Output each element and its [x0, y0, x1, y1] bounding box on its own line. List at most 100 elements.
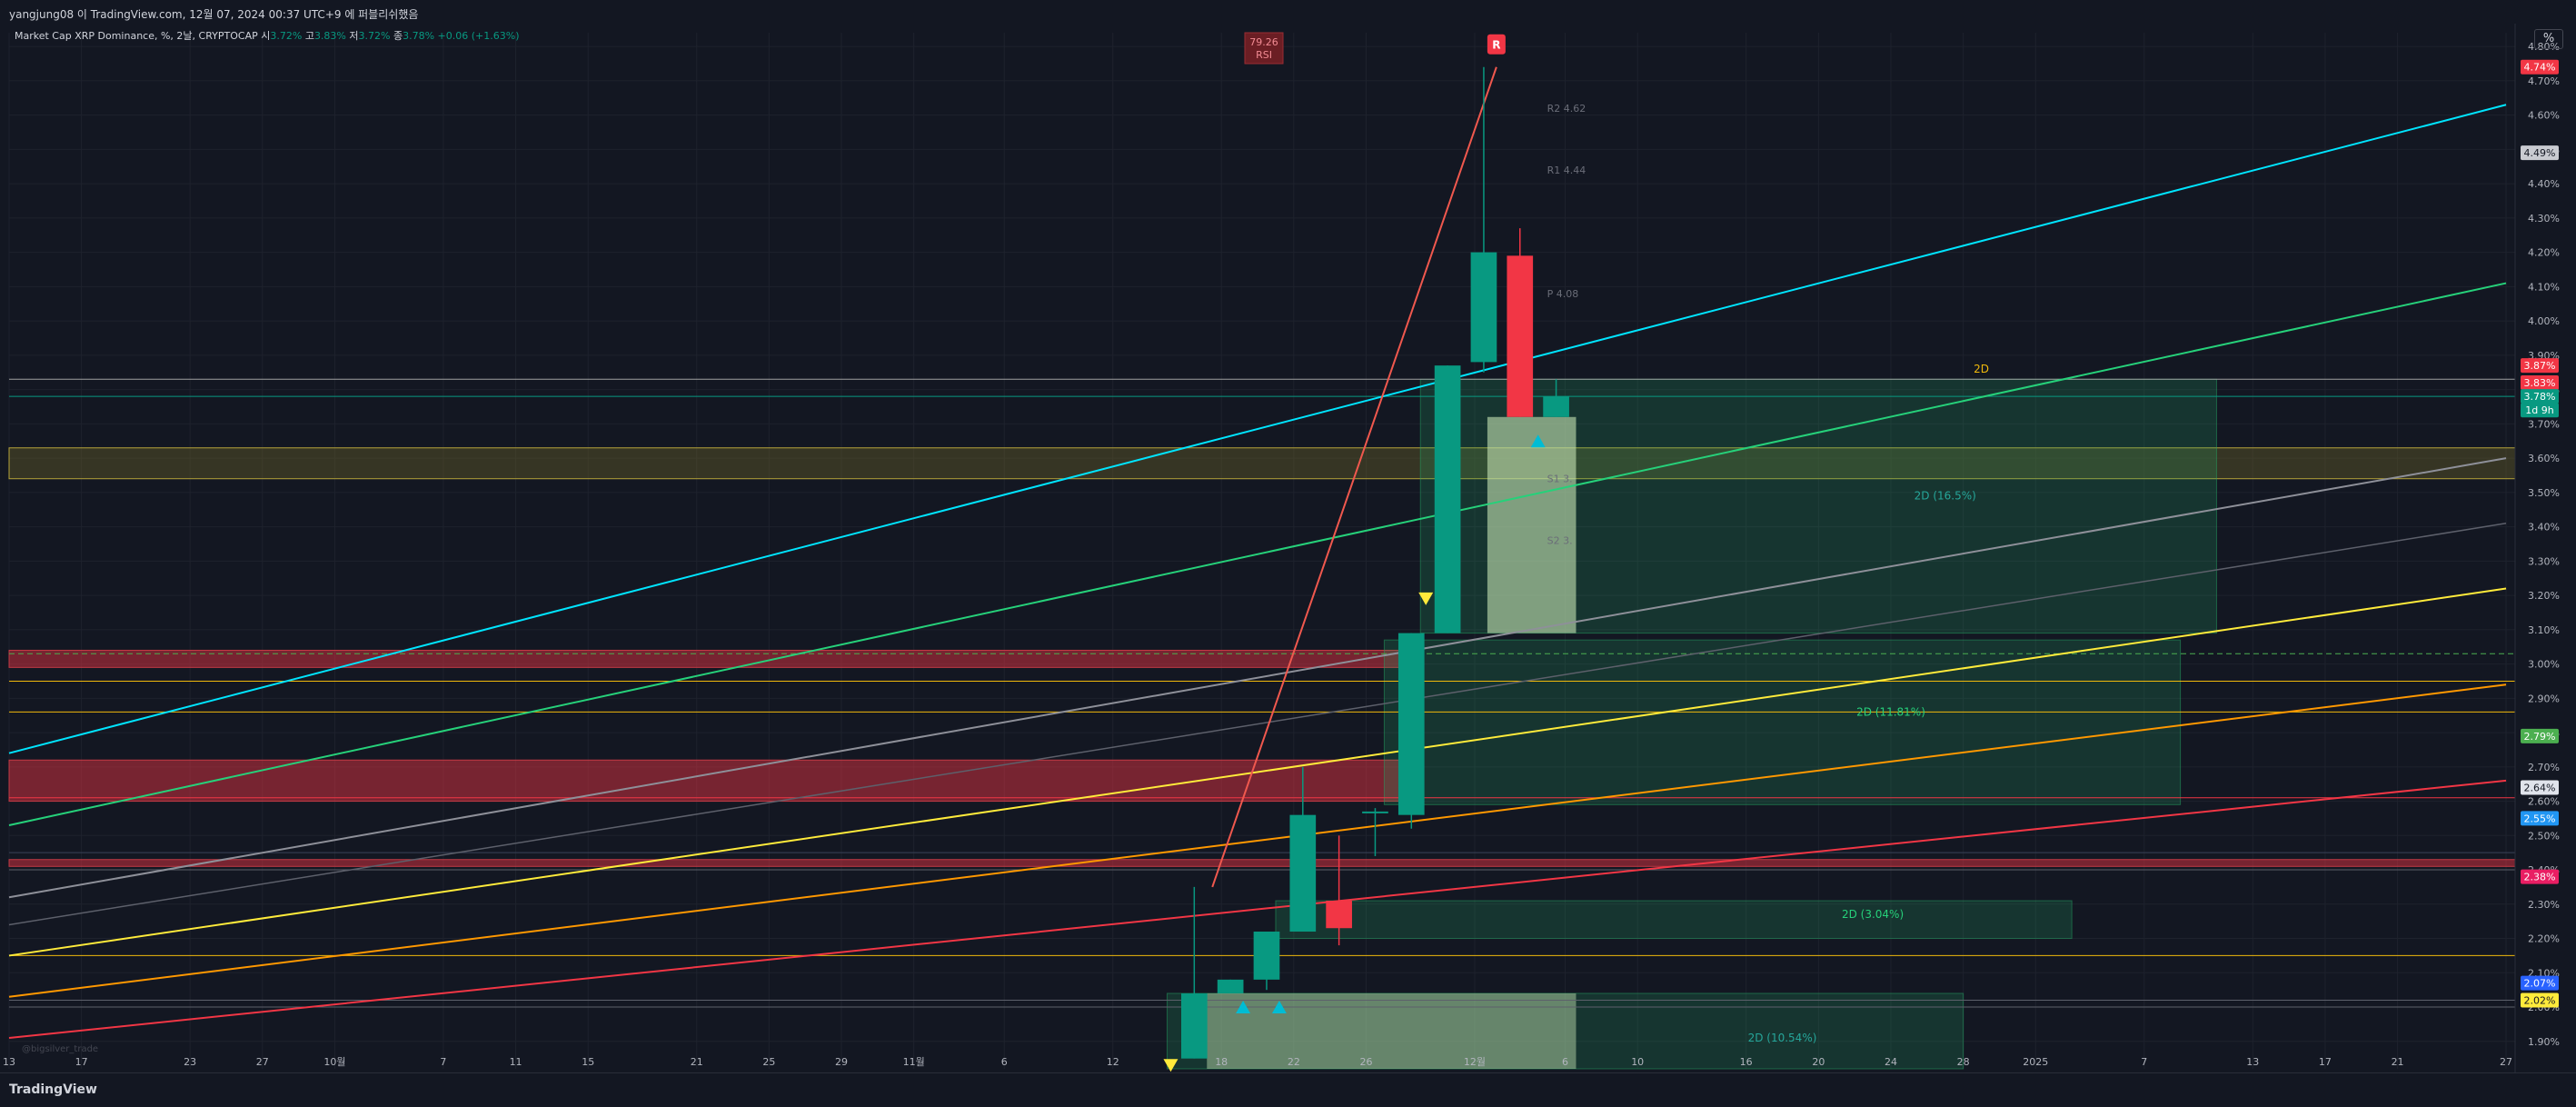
x-tick-label: 15 — [582, 1056, 594, 1068]
y-tick-label: 3.30% — [2528, 555, 2560, 567]
x-tick-label: 24 — [1885, 1056, 1897, 1068]
price-tag-label: 2.02% — [2524, 995, 2556, 1007]
y-tick-label: 3.60% — [2528, 453, 2560, 464]
x-tick-label: 17 — [75, 1056, 88, 1068]
y-tick-label: 2.30% — [2528, 899, 2560, 911]
x-tick-label: 13 — [3, 1056, 15, 1068]
x-tick-label: 23 — [184, 1056, 196, 1068]
y-tick-label: 1.90% — [2528, 1036, 2560, 1048]
x-tick-label: 26 — [1360, 1056, 1373, 1068]
rsi-value: 79.26 — [1249, 36, 1278, 48]
candle-body — [1470, 252, 1497, 363]
x-tick-label: 7 — [2141, 1056, 2147, 1068]
x-tick-label: 2025 — [2023, 1056, 2048, 1068]
y-tick-label: 3.20% — [2528, 590, 2560, 602]
candle-body — [1543, 396, 1569, 417]
publish-info-bar: yangjung08 이 TradingView.com, 12월 07, 20… — [0, 0, 2576, 24]
y-tick-label: 4.20% — [2528, 247, 2560, 259]
price-chart[interactable]: 2D 2D (16.5%) 2D (11.81%) 2D (3.04%) 2D (10.… — [0, 24, 2576, 1072]
zone-label: 2D (3.04%) — [1842, 908, 1904, 921]
zone-label: 2D (10.54%) — [1748, 1032, 1817, 1044]
price-tag-label: 3.83% — [2524, 377, 2556, 389]
x-tick-label: 12 — [1107, 1056, 1119, 1068]
y-tick-label: 2.60% — [2528, 796, 2560, 808]
y-tick-label: 2.50% — [2528, 830, 2560, 842]
y-tick-label: 3.50% — [2528, 487, 2560, 499]
x-tick-label: 27 — [2500, 1056, 2512, 1068]
candle-body — [1289, 814, 1317, 932]
publish-line: yangjung08 이 TradingView.com, 12월 07, 20… — [9, 8, 419, 21]
candle-body — [1326, 901, 1352, 929]
candle-body — [1397, 633, 1425, 815]
x-tick-label: 28 — [1957, 1056, 1970, 1068]
y-tick-label: 4.60% — [2528, 110, 2560, 122]
x-tick-label: 7 — [440, 1056, 446, 1068]
price-tag-label: 2.79% — [2524, 731, 2556, 743]
x-tick-label: 10월 — [323, 1056, 345, 1068]
percent-scale-button[interactable]: % — [2534, 29, 2563, 49]
y-tick-label: 2.70% — [2528, 762, 2560, 773]
y-tick-label: 4.40% — [2528, 178, 2560, 190]
candle-body — [1180, 992, 1208, 1059]
y-tick-label: 4.10% — [2528, 281, 2560, 293]
tradingview-logo: TradingView — [9, 1082, 97, 1097]
x-tick-label: 17 — [2319, 1056, 2332, 1068]
x-tick-label: 20 — [1812, 1056, 1825, 1068]
price-tag-label: 2.64% — [2524, 782, 2556, 793]
pivot-label: P 4.08 — [1547, 288, 1579, 300]
zone-red — [8, 649, 1403, 668]
x-tick-label: 10 — [1631, 1056, 1644, 1068]
price-tag-label: 2.38% — [2524, 872, 2556, 883]
y-tick-label: 3.70% — [2528, 418, 2560, 430]
price-tag-label: 2.55% — [2524, 813, 2556, 824]
x-tick-label: 27 — [256, 1056, 269, 1068]
x-tick-label: 6 — [1562, 1056, 1568, 1068]
price-tag-label: 1d 9h — [2525, 404, 2553, 416]
x-tick-label: 11 — [510, 1056, 522, 1068]
x-tick-label: 12월 — [1464, 1056, 1486, 1068]
candle-body — [1362, 811, 1388, 813]
price-tag-label: 4.49% — [2524, 147, 2556, 159]
y-tick-label: 4.70% — [2528, 75, 2560, 87]
price-tag-label: 2.07% — [2524, 978, 2556, 990]
value-area-box-low — [1207, 992, 1576, 1069]
candle-body — [1217, 979, 1244, 993]
candle-body — [1253, 932, 1280, 980]
rsi-sub-label: RSI — [1256, 49, 1272, 61]
x-tick-label: 11월 — [903, 1056, 925, 1068]
x-tick-label: 13 — [2246, 1056, 2259, 1068]
y-tick-label: 3.00% — [2528, 659, 2560, 671]
value-area-box — [1487, 416, 1576, 633]
zone-label: 2D — [1974, 363, 1989, 375]
chart-pane[interactable]: 2D 2D (16.5%) 2D (11.81%) 2D (3.04%) 2D (10.… — [0, 24, 2576, 1072]
y-tick-label: 4.30% — [2528, 213, 2560, 224]
x-tick-label: 21 — [2392, 1056, 2404, 1068]
y-tick-label: 3.10% — [2528, 624, 2560, 636]
x-tick-label: 16 — [1740, 1056, 1753, 1068]
footer-bar: TradingView — [0, 1072, 2576, 1107]
legend-line: Market Cap XRP Dominance, %, 2날, CRYPTOC… — [15, 30, 520, 42]
candle-body — [1507, 255, 1534, 417]
zone-green — [1383, 639, 2182, 805]
pivot-label: S2 3. — [1547, 535, 1573, 547]
x-tick-label: 6 — [1001, 1056, 1008, 1068]
y-tick-label: 2.90% — [2528, 693, 2560, 704]
author-watermark: @bigsilver_trade — [22, 1044, 98, 1054]
signal-letter: R — [1492, 39, 1500, 52]
price-tag-label: 4.74% — [2524, 62, 2556, 74]
x-tick-label: 21 — [691, 1056, 703, 1068]
candle-body — [1434, 365, 1461, 633]
pivot-label: R2 4.62 — [1547, 103, 1586, 115]
price-tag-label: 3.78% — [2524, 391, 2556, 403]
y-tick-label: 2.20% — [2528, 933, 2560, 945]
pivot-label: R1 4.44 — [1547, 165, 1586, 176]
y-tick-label: 4.00% — [2528, 315, 2560, 327]
pivot-label: S1 3. — [1547, 474, 1573, 485]
y-tick-label: 3.40% — [2528, 522, 2560, 534]
rsi-badge: 79.26 RSI — [1244, 32, 1284, 65]
zone-label: 2D (16.5%) — [1915, 490, 1976, 503]
zone-label: 2D (11.81%) — [1856, 705, 1925, 718]
x-tick-label: 18 — [1215, 1056, 1228, 1068]
x-tick-label: 29 — [835, 1056, 848, 1068]
zone-red — [8, 859, 2516, 867]
